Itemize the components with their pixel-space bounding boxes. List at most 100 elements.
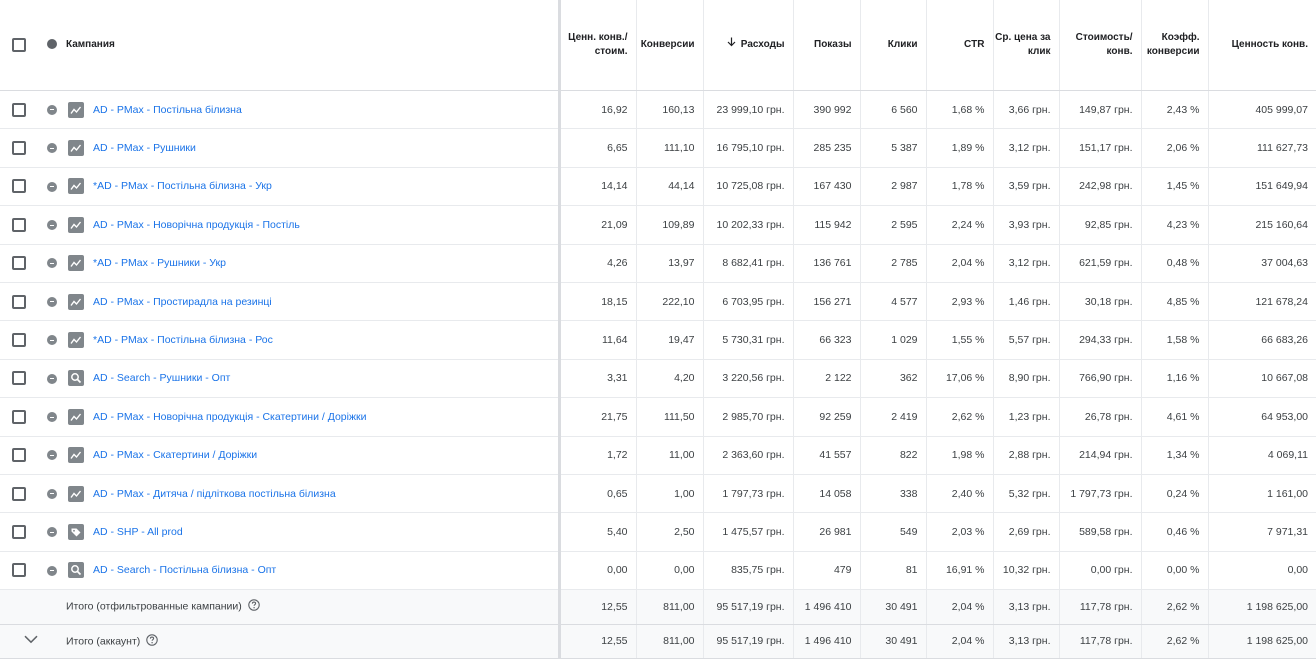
column-header-0[interactable]: Ценн. конв./ стоим.: [557, 0, 636, 91]
row-checkbox[interactable]: [12, 448, 26, 463]
metric-cell: 10 202,33 грн.: [702, 205, 793, 245]
totals-expand-cell: [38, 624, 66, 659]
campaign-name-link[interactable]: AD - Search - Рушники - Опт: [93, 372, 230, 384]
select-all-checkbox[interactable]: [12, 37, 26, 52]
column-header-9[interactable]: Ценность конв.: [1207, 0, 1316, 91]
metric-cell: 222,10: [635, 282, 703, 322]
status-paused-icon[interactable]: [47, 527, 57, 538]
table-row: *AD - PMax - Рушники - Укр 4,26 13,97 8 682…: [0, 244, 1316, 283]
column-header-8[interactable]: Коэфф. конверсии: [1140, 0, 1208, 91]
column-header-2[interactable]: Расходы: [702, 0, 793, 91]
row-checkbox[interactable]: [12, 102, 26, 117]
row-checkbox[interactable]: [12, 371, 26, 386]
row-checkbox[interactable]: [12, 524, 26, 539]
campaign-name-link[interactable]: AD - PMax - Новорічна продукція - Постіл…: [93, 219, 300, 231]
row-checkbox[interactable]: [12, 409, 26, 424]
table-row: AD - PMax - Дитяча / підліткова постільн…: [0, 474, 1316, 514]
campaign-name-link[interactable]: *AD - PMax - Рушники - Укр: [93, 257, 226, 269]
status-paused-icon[interactable]: [47, 450, 57, 461]
chevron-down-icon[interactable]: [24, 635, 38, 647]
campaign-cell: AD - PMax - Постільна білизна: [66, 90, 559, 130]
totals-metric-cell: 95 517,19 грн.: [702, 589, 793, 625]
column-header-5[interactable]: CTR: [925, 0, 993, 91]
campaign-name-link[interactable]: *AD - PMax - Постільна білизна - Укр: [93, 180, 272, 192]
status-dot-icon[interactable]: [47, 39, 57, 50]
performance-max-icon: [68, 408, 84, 425]
row-checkbox[interactable]: [12, 563, 26, 578]
totals-metric-cell: 12,55: [557, 624, 636, 659]
campaign-name-link[interactable]: AD - PMax - Рушники: [93, 142, 196, 154]
row-select-cell: [0, 90, 38, 130]
metric-cell: 26 981: [792, 512, 860, 552]
status-paused-icon[interactable]: [47, 412, 57, 423]
column-header-3[interactable]: Показы: [792, 0, 860, 91]
row-checkbox[interactable]: [12, 179, 26, 194]
metric-cell: 10,32 грн.: [992, 551, 1059, 591]
row-checkbox[interactable]: [12, 333, 26, 348]
metric-cell: 10 725,08 грн.: [702, 167, 793, 207]
table-row: *AD - PMax - Постільна білизна - Рос 11,6…: [0, 320, 1316, 360]
column-header-7[interactable]: Стоимость/ конв.: [1058, 0, 1141, 91]
row-select-cell: [0, 512, 38, 552]
campaign-name-link[interactable]: AD - PMax - Постільна білизна: [93, 104, 242, 116]
metric-cell: 149,87 грн.: [1058, 90, 1141, 130]
campaign-column-header[interactable]: Кампания: [66, 0, 559, 91]
totals-spacer-cell: [0, 624, 38, 659]
column-header-label: Ср. цена за клик: [995, 32, 1051, 57]
column-header-label: Ценность конв.: [1231, 39, 1308, 50]
column-header-1[interactable]: Конверсии: [635, 0, 703, 91]
metric-cell: 2,04 %: [925, 244, 993, 283]
campaign-cell: AD - PMax - Новорічна продукція - Скатер…: [66, 397, 559, 437]
status-paused-icon[interactable]: [47, 565, 57, 576]
row-status-cell: [38, 244, 66, 283]
metric-cell: 8 682,41 грн.: [702, 244, 793, 283]
campaign-name-link[interactable]: AD - PMax - Новорічна продукція - Скатер…: [93, 411, 366, 423]
table-row: AD - PMax - Простирадла на резинці 18,15 2…: [0, 282, 1316, 322]
status-paused-icon[interactable]: [47, 220, 57, 231]
row-checkbox[interactable]: [12, 294, 26, 309]
metric-cell: 14,14: [557, 167, 636, 207]
totals-metric-cell: 2,62 %: [1140, 589, 1208, 625]
metric-cell: 0,46 %: [1140, 512, 1208, 552]
performance-max-icon: [68, 485, 84, 502]
column-header-6[interactable]: Ср. цена за клик: [992, 0, 1059, 91]
campaign-cell: *AD - PMax - Постільна білизна - Рос: [66, 320, 559, 360]
status-paused-icon[interactable]: [47, 258, 57, 269]
campaign-name-link[interactable]: AD - PMax - Дитяча / підліткова постільн…: [93, 488, 336, 500]
metric-cell: 4 069,11: [1207, 436, 1316, 475]
status-paused-icon[interactable]: [47, 373, 57, 384]
metric-cell: 26,78 грн.: [1058, 397, 1141, 437]
status-paused-icon[interactable]: [47, 181, 57, 192]
status-paused-icon[interactable]: [47, 296, 57, 307]
metric-cell: 3,12 грн.: [992, 244, 1059, 283]
campaign-name-link[interactable]: AD - Search - Постільна білизна - Опт: [93, 564, 276, 576]
campaign-cell: AD - PMax - Простирадла на резинці: [66, 282, 559, 322]
help-icon[interactable]: [248, 599, 260, 614]
status-paused-icon[interactable]: [47, 335, 57, 346]
row-select-cell: [0, 359, 38, 399]
campaign-name-link[interactable]: AD - SHP - All prod: [93, 526, 183, 538]
metric-cell: 16 795,10 грн.: [702, 128, 793, 168]
campaign-name-link[interactable]: AD - PMax - Скатертини / Доріжки: [93, 449, 257, 461]
row-checkbox[interactable]: [12, 256, 26, 271]
status-paused-icon[interactable]: [47, 104, 57, 115]
metric-cell: 362: [859, 359, 926, 399]
metric-cell: 111,50: [635, 397, 703, 437]
campaign-name-link[interactable]: *AD - PMax - Постільна білизна - Рос: [93, 334, 273, 346]
help-icon[interactable]: [146, 634, 159, 649]
row-checkbox[interactable]: [12, 486, 26, 501]
metric-cell: 167 430: [792, 167, 860, 207]
column-header-4[interactable]: Клики: [859, 0, 926, 91]
status-paused-icon[interactable]: [47, 143, 57, 154]
table-row: AD - PMax - Скатертини / Доріжки 1,72 11,0…: [0, 436, 1316, 475]
metric-cell: 4,23 %: [1140, 205, 1208, 245]
row-checkbox[interactable]: [12, 141, 26, 156]
totals-row: Итого (аккаунт) 12,55 811,00 95 517,19 грн.…: [0, 624, 1316, 659]
row-status-cell: [38, 474, 66, 514]
campaign-name-link[interactable]: AD - PMax - Простирадла на резинці: [93, 296, 272, 308]
status-paused-icon[interactable]: [47, 488, 57, 499]
metric-cell: 3,66 грн.: [992, 90, 1059, 130]
row-checkbox[interactable]: [12, 217, 26, 232]
totals-spacer-cell: [0, 589, 38, 625]
metric-cell: 621,59 грн.: [1058, 244, 1141, 283]
